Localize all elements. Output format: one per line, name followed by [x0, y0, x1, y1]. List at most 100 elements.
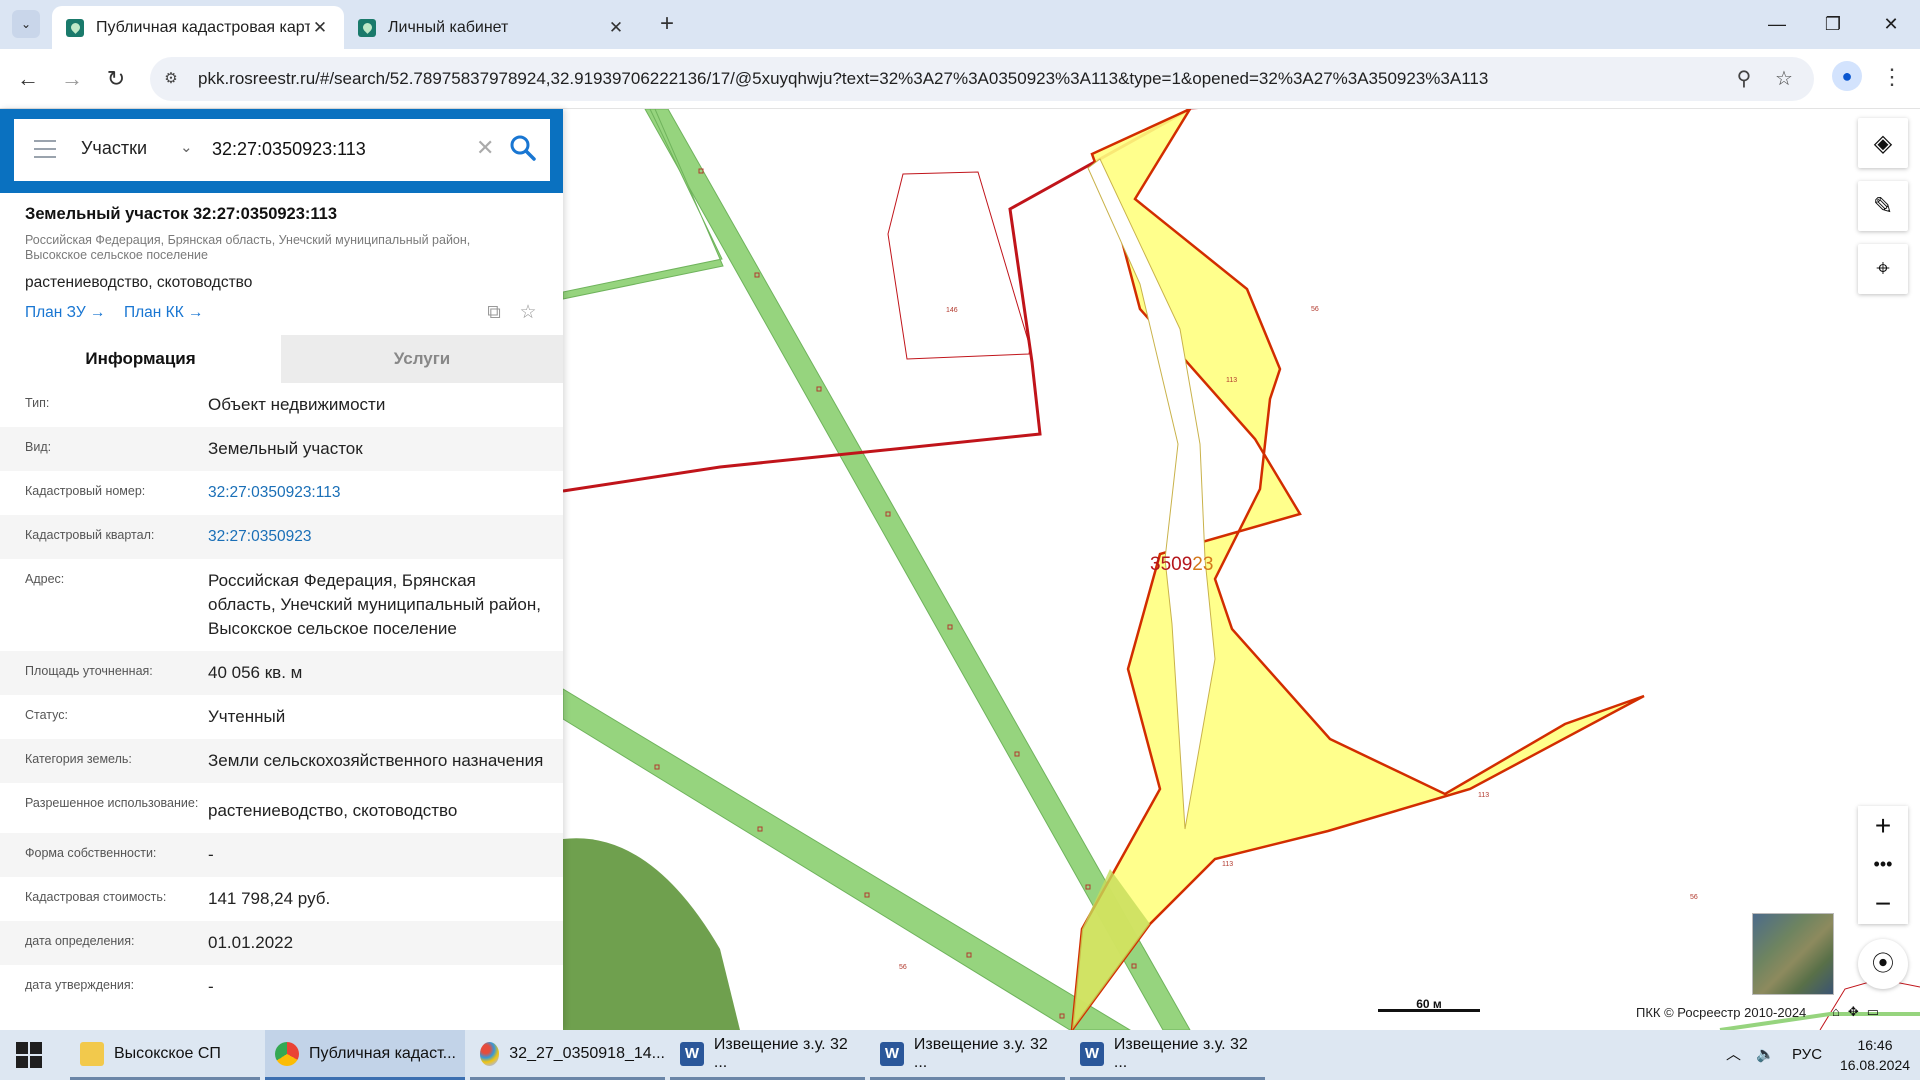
forest-area: [563, 838, 740, 1030]
taskbar-item-word-1[interactable]: W Извещение з.у. 32 ...: [670, 1030, 865, 1080]
browser-menu-icon[interactable]: ⋮: [1880, 63, 1904, 93]
parcel-label-113: 113: [1478, 792, 1490, 799]
info-row-cadastral-number: Кадастровый номер: 32:27:0350923:113: [0, 471, 563, 515]
browser-tab-cabinet[interactable]: Личный кабинет ✕: [344, 6, 640, 49]
info-panel: Участки ⌄ ✕ ‹ Земельный участок 32:27:03…: [0, 109, 563, 1030]
windows-start-icon[interactable]: [16, 1042, 42, 1068]
address-bar[interactable]: ⚙ pkk.rosreestr.ru/#/search/52.789758379…: [150, 57, 1814, 101]
arrow-right-icon: →: [188, 304, 204, 321]
parcel-146-outline: [887, 171, 1031, 360]
word-icon: W: [1080, 1041, 1104, 1066]
ruler-icon: ✎: [1872, 192, 1894, 220]
input-language[interactable]: РУС: [1792, 1030, 1822, 1080]
info-row-land-category: Категория земель: Земли сельскохозяйствен…: [0, 739, 563, 783]
back-button[interactable]: ←: [12, 63, 44, 95]
quarter-number-label: 350923: [1150, 554, 1214, 575]
profile-avatar-icon[interactable]: ●: [1832, 61, 1862, 91]
parcel-label-56: 56: [1690, 894, 1698, 901]
search-box: Участки ⌄ ✕: [14, 119, 550, 181]
layers-button[interactable]: ◈: [1858, 118, 1908, 168]
layers-icon: ◈: [1873, 129, 1893, 157]
compass-button[interactable]: ⦿: [1858, 939, 1908, 989]
new-tab-button[interactable]: +: [652, 10, 682, 40]
info-row-status: Статус: Учтенный: [25, 707, 286, 726]
parcel-label-146: 146: [946, 307, 958, 314]
zoom-icon[interactable]: ⚲: [1732, 67, 1756, 91]
close-icon[interactable]: ✕: [606, 18, 626, 38]
taskbar-item-explorer[interactable]: Высокское СП: [70, 1030, 260, 1080]
scale-bar: 60 м: [1378, 998, 1480, 1012]
info-row-valuation-date: дата определения: 01.01.2022: [0, 921, 563, 965]
site-info-icon[interactable]: ⚙: [160, 68, 182, 90]
search-icon[interactable]: [508, 133, 538, 163]
tab-information[interactable]: Информация: [0, 335, 281, 383]
close-window-button[interactable]: ✕: [1866, 8, 1916, 40]
parcel-label-113: 113: [1226, 377, 1238, 384]
system-clock[interactable]: 16:46 16.08.2024: [1834, 1035, 1916, 1075]
chrome-icon: [275, 1041, 299, 1066]
rosreestr-favicon-icon: [358, 18, 376, 37]
tray-chevron-up-icon[interactable]: ︿: [1726, 1030, 1741, 1080]
object-address: Российская Федерация, Брянская область, …: [25, 233, 471, 262]
clear-icon[interactable]: ✕: [476, 135, 494, 161]
arrow-right-icon: →: [90, 304, 106, 321]
show-on-map-icon[interactable]: ⧉: [482, 301, 506, 325]
close-icon[interactable]: ✕: [310, 18, 330, 38]
browser-tab-pkk[interactable]: Публичная кадастровая карта ✕: [52, 6, 344, 49]
object-usage: растениеводство, скотоводство: [25, 274, 253, 291]
object-title: Земельный участок 32:27:0350923:113: [25, 205, 338, 223]
volume-icon[interactable]: 🔈: [1756, 1030, 1775, 1080]
tab-title: Публичная кадастровая карта: [96, 18, 310, 36]
map-copyright: ПКК © Росреестр 2010-2024: [1636, 1005, 1807, 1020]
info-row-cadastral-value: Кадастровая стоимость: 141 798,24 руб.: [25, 889, 331, 908]
word-icon: W: [680, 1041, 704, 1066]
bookmark-star-icon[interactable]: ☆: [1772, 67, 1796, 91]
paint-icon: [480, 1041, 500, 1066]
info-row-area: Площадь уточненная: 40 056 кв. м: [0, 651, 563, 695]
info-row-approval-date: дата утверждения: -: [25, 977, 214, 996]
info-row-address: Адрес: Российская Федерация, Брянская обл…: [25, 571, 541, 638]
cadastral-quarter-link[interactable]: 32:27:0350923: [208, 525, 548, 549]
map-footer-icons[interactable]: ⌂✥▭: [1832, 1004, 1887, 1020]
reload-button[interactable]: ↻: [100, 63, 132, 95]
info-row-type: Тип: Объект недвижимости: [25, 395, 386, 414]
taskbar-item-word-2[interactable]: W Извещение з.у. 32 ...: [870, 1030, 1065, 1080]
plan-zu-link[interactable]: План ЗУ →: [25, 304, 106, 322]
info-row-cadastral-quarter: Кадастровый квартал: 32:27:0350923: [0, 515, 563, 559]
restore-button[interactable]: ❐: [1808, 8, 1858, 40]
taskbar-item-word-3[interactable]: W Извещение з.у. 32 ...: [1070, 1030, 1265, 1080]
tab-services[interactable]: Услуги: [281, 335, 563, 383]
rosreestr-favicon-icon: [66, 18, 84, 37]
location-button[interactable]: ⌖: [1858, 244, 1908, 294]
more-icon[interactable]: •••: [1858, 845, 1908, 884]
zoom-out-button[interactable]: −: [1858, 884, 1908, 923]
parcel-label-56: 56: [1311, 306, 1319, 313]
browser-toolbar: ← → ↻ ⚙ pkk.rosreestr.ru/#/search/52.789…: [0, 49, 1920, 109]
parcel-label-113: 113: [1222, 861, 1234, 868]
minimize-button[interactable]: —: [1752, 8, 1802, 40]
windows-taskbar: Высокское СП Публичная кадаст... 32_27_0…: [0, 1030, 1920, 1080]
forward-button[interactable]: →: [56, 63, 88, 95]
chevron-down-icon[interactable]: ⌄: [180, 138, 193, 156]
zoom-in-button[interactable]: +: [1858, 806, 1908, 845]
favorite-star-icon[interactable]: ☆: [516, 301, 540, 325]
word-icon: W: [880, 1041, 904, 1066]
search-bar: Участки ⌄ ✕ ‹: [0, 109, 563, 193]
basemap-thumbnail[interactable]: [1752, 913, 1834, 995]
cadastral-number-link[interactable]: 32:27:0350923:113: [208, 481, 548, 505]
compass-icon: ⦿: [1871, 951, 1894, 976]
info-row-ownership: Форма собственности: -: [0, 833, 563, 877]
tab-search-button[interactable]: ⌄: [12, 10, 40, 38]
panel-tabs: Информация Услуги: [0, 335, 563, 383]
taskbar-item-paint[interactable]: 32_27_0350918_14...: [470, 1030, 665, 1080]
parcel-label-56: 56: [899, 964, 907, 971]
hamburger-menu-icon[interactable]: [34, 140, 56, 158]
url-text[interactable]: pkk.rosreestr.ru/#/search/52.78975837978…: [198, 69, 1488, 89]
info-row-kind: Вид: Земельный участок: [0, 427, 563, 471]
search-category-select[interactable]: Участки: [81, 138, 147, 159]
search-input[interactable]: [212, 139, 482, 160]
crosshair-icon: ⌖: [1876, 255, 1890, 282]
measure-button[interactable]: ✎: [1858, 181, 1908, 231]
plan-kk-link[interactable]: План КК →: [124, 304, 204, 322]
taskbar-item-chrome[interactable]: Публичная кадаст...: [265, 1030, 465, 1080]
